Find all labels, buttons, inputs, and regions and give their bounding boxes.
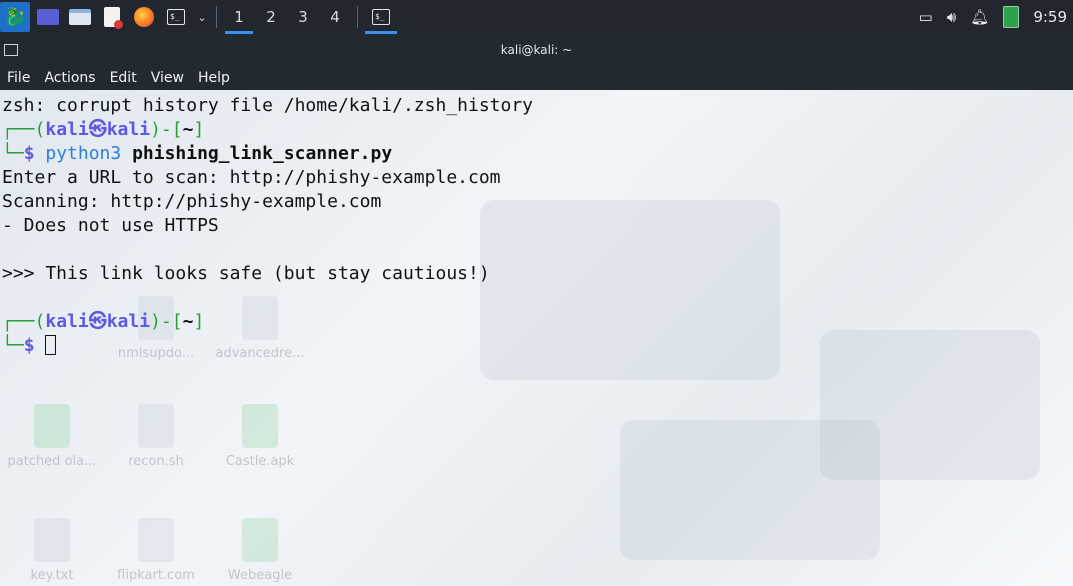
- prompt-dir: ~: [182, 311, 194, 332]
- workspace-label: 2: [266, 8, 276, 26]
- menu-bar: File Actions Edit View Help: [0, 66, 1073, 90]
- workspace-4[interactable]: 4: [319, 0, 351, 34]
- text-editor-icon[interactable]: [98, 3, 126, 31]
- window-title: kali@kali: ~: [500, 43, 573, 57]
- command-line: └─$ python3 phishing_link_scanner.py: [2, 143, 393, 164]
- workspace-label: 3: [298, 8, 308, 26]
- separator: [357, 6, 358, 28]
- window-titlebar[interactable]: kali@kali: ~: [0, 34, 1073, 66]
- desktop-icon[interactable]: [34, 3, 62, 31]
- top-panel: 🐉 $_ ⌄ 1 2 3 4 $_ ▭ 🔊︎ 🔔︎ 9:59: [0, 0, 1073, 34]
- workspace-3[interactable]: 3: [287, 0, 319, 34]
- prompt-symbol: ㉿: [88, 311, 107, 332]
- chevron-down-icon[interactable]: ⌄: [194, 3, 210, 31]
- prompt-user: kali: [45, 311, 89, 332]
- menu-actions[interactable]: Actions: [37, 70, 102, 86]
- workspace-label: 1: [234, 8, 244, 26]
- terminal-icon[interactable]: $_: [162, 3, 190, 31]
- prompt-symbol: ㉿: [88, 119, 107, 140]
- file-manager-icon[interactable]: [66, 3, 94, 31]
- prompt-user: kali: [45, 119, 89, 140]
- menu-edit[interactable]: Edit: [103, 70, 144, 86]
- workspace-label: 4: [330, 8, 340, 26]
- input-line[interactable]: └─$: [2, 334, 57, 358]
- terminal-icon: $_: [372, 9, 390, 25]
- workspace-2[interactable]: 2: [255, 0, 287, 34]
- system-tray: ▭ 🔊︎ 🔔︎ 9:59: [919, 6, 1073, 28]
- terminal-line: Scanning: http://phishy-example.com: [2, 191, 382, 212]
- terminal-line: Enter a URL to scan: http://phishy-examp…: [2, 167, 501, 188]
- text-cursor: [45, 335, 57, 355]
- battery-icon[interactable]: [1003, 6, 1020, 28]
- prompt-host: kali: [106, 311, 151, 332]
- volume-icon[interactable]: 🔊︎: [947, 8, 956, 26]
- prompt-line: ┌──(kali㉿kali)-[~]: [2, 311, 205, 332]
- menu-help[interactable]: Help: [191, 70, 237, 86]
- terminal-line: - Does not use HTTPS: [2, 215, 219, 236]
- menu-view[interactable]: View: [144, 70, 191, 86]
- network-icon[interactable]: ▭: [919, 8, 933, 26]
- kali-menu-icon[interactable]: 🐉: [0, 2, 30, 32]
- terminal-output[interactable]: zsh: corrupt history file /home/kali/.zs…: [0, 90, 1073, 586]
- prompt-host: kali: [106, 119, 151, 140]
- command-arg: phishing_link_scanner.py: [132, 143, 393, 164]
- firefox-icon[interactable]: [130, 3, 158, 31]
- terminal-line: zsh: corrupt history file /home/kali/.zs…: [2, 95, 534, 116]
- command-bin: python3: [45, 143, 122, 164]
- prompt-line: ┌──(kali㉿kali)-[~]: [2, 119, 205, 140]
- clock[interactable]: 9:59: [1033, 8, 1067, 26]
- workspace-1[interactable]: 1: [223, 0, 255, 34]
- bell-icon[interactable]: 🔔︎: [970, 8, 989, 26]
- separator: [216, 6, 217, 28]
- taskbar-terminal-window[interactable]: $_: [364, 0, 398, 34]
- prompt-dir: ~: [182, 119, 194, 140]
- terminal-line: >>> This link looks safe (but stay cauti…: [2, 263, 490, 284]
- menu-file[interactable]: File: [0, 70, 37, 86]
